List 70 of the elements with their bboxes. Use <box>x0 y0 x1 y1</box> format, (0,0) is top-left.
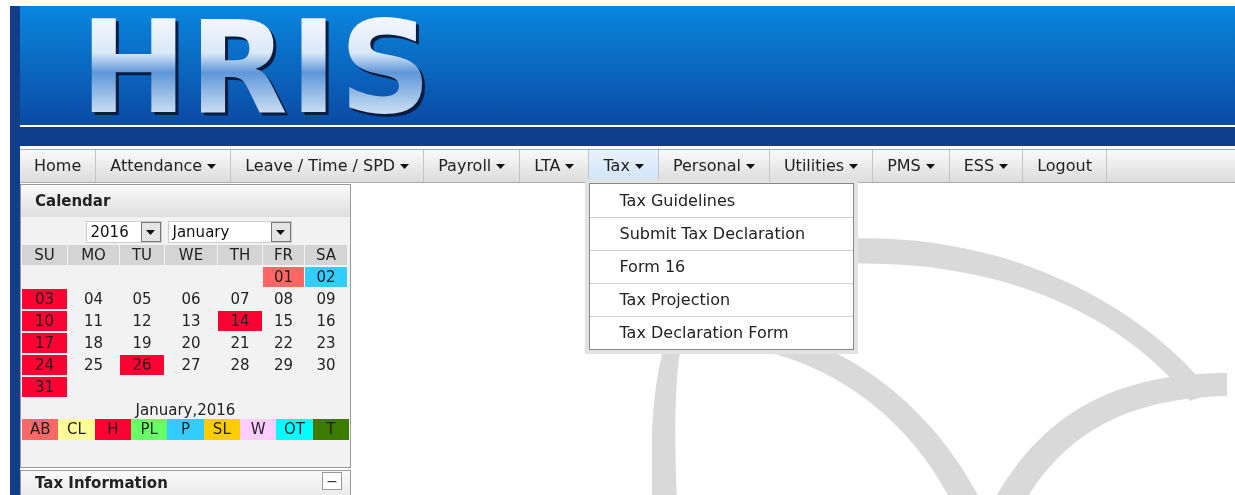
calendar-day[interactable]: 03 <box>22 289 67 309</box>
calendar-day[interactable]: 29 <box>263 355 304 375</box>
nav-menu-item[interactable]: Logout <box>1023 150 1107 182</box>
weekday-header: SA <box>305 245 347 265</box>
calendar-day[interactable]: 12 <box>120 311 164 331</box>
calendar-day[interactable]: 27 <box>165 355 217 375</box>
dropdown-item[interactable]: Submit Tax Declaration <box>590 217 854 250</box>
panel-header: Calendar <box>21 185 350 217</box>
calendar-day[interactable]: 02 <box>305 267 347 287</box>
calendar-day[interactable]: 20 <box>165 333 217 353</box>
calendar-day[interactable]: 24 <box>22 355 67 375</box>
weekday-header: TU <box>120 245 164 265</box>
month-select[interactable]: January <box>167 221 292 243</box>
nav-menu-item[interactable]: Attendance <box>96 150 232 182</box>
calendar-day[interactable]: 13 <box>165 311 217 331</box>
calendar-day[interactable]: 18 <box>68 333 119 353</box>
calendar-day[interactable]: 25 <box>68 355 119 375</box>
legend-item: H <box>94 419 131 440</box>
nav-menu-item[interactable]: Utilities <box>769 150 874 182</box>
weekday-header: WE <box>165 245 217 265</box>
nav-menu-item[interactable]: Tax <box>589 150 659 182</box>
calendar-day[interactable]: 16 <box>305 311 347 331</box>
dropdown-item[interactable]: Tax Guidelines <box>590 184 854 217</box>
legend-item: OT <box>276 419 313 440</box>
weekday-header: FR <box>263 245 304 265</box>
calendar-day[interactable]: 28 <box>218 355 262 375</box>
calendar-day[interactable]: 14 <box>218 311 262 331</box>
calendar-day[interactable]: 19 <box>120 333 164 353</box>
nav-menu-item[interactable]: PMS <box>873 150 950 182</box>
calendar-day[interactable]: 10 <box>22 311 67 331</box>
legend-item: PL <box>131 419 168 440</box>
calendar-day[interactable]: 04 <box>68 289 119 309</box>
nav-menu-item[interactable]: ESS <box>949 150 1024 182</box>
calendar-day[interactable]: 21 <box>218 333 262 353</box>
caret-icon <box>146 229 155 235</box>
calendar-day[interactable]: 01 <box>263 267 304 287</box>
calendar-day[interactable]: 05 <box>120 289 164 309</box>
legend-item: P <box>167 419 204 440</box>
nav-menu-item[interactable]: Leave / Time / SPD <box>231 150 425 182</box>
legend-item: W <box>239 419 277 440</box>
nav-menu-item[interactable]: Payroll <box>424 150 521 182</box>
legend-item: T <box>312 419 349 440</box>
calendar-day[interactable]: 26 <box>120 355 164 375</box>
calendar-day[interactable]: 07 <box>218 289 262 309</box>
legend-item: AB <box>22 419 59 440</box>
calendar-day[interactable]: 23 <box>305 333 347 353</box>
weekday-header: SU <box>22 245 67 265</box>
nav-menu-item[interactable]: Home <box>20 150 97 182</box>
panel-title: Tax Information <box>35 473 169 494</box>
dropdown-item[interactable]: Tax Declaration Form <box>590 316 854 349</box>
caret-icon <box>276 229 285 235</box>
calendar-day[interactable]: 08 <box>263 289 304 309</box>
month-caption: January,2016 <box>133 401 237 419</box>
year-select[interactable]: 2016 <box>85 221 162 243</box>
dropdown-item[interactable]: Form 16 <box>590 250 854 283</box>
collapse-button[interactable]: − <box>322 472 342 490</box>
calendar-day[interactable]: 31 <box>22 377 67 397</box>
calendar-day[interactable]: 15 <box>263 311 304 331</box>
dropdown-item[interactable]: Tax Projection <box>590 283 854 316</box>
calendar-day[interactable]: 22 <box>263 333 304 353</box>
calendar-day[interactable]: 06 <box>165 289 217 309</box>
nav-menu-item[interactable]: Personal <box>658 150 770 182</box>
legend-item: CL <box>58 419 95 440</box>
calendar-day[interactable]: 17 <box>22 333 67 353</box>
weekday-header: TH <box>218 245 262 265</box>
calendar-day[interactable]: 09 <box>305 289 347 309</box>
calendar-day[interactable]: 11 <box>68 311 119 331</box>
legend-item: SL <box>203 419 240 440</box>
weekday-header: MO <box>68 245 119 265</box>
calendar-day[interactable]: 30 <box>305 355 347 375</box>
